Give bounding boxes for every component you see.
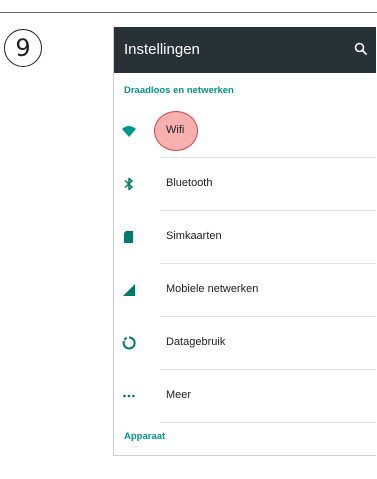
cellular-signal-icon: [120, 281, 138, 299]
step-number-badge: 9: [4, 29, 42, 67]
phone-screen: Instellingen Draadloos en netwerken Wifi: [113, 27, 376, 456]
settings-item-sim-cards[interactable]: Simkaarten: [114, 211, 376, 264]
more-dots-icon: [120, 387, 138, 405]
settings-item-mobile-networks[interactable]: Mobiele netwerken: [114, 264, 376, 317]
section-header-device: Apparaat: [124, 431, 166, 442]
wifi-icon: [120, 122, 138, 140]
top-rule: [0, 12, 377, 13]
settings-item-bluetooth[interactable]: Bluetooth: [114, 158, 376, 211]
section-header-wireless: Draadloos en netwerken: [124, 85, 234, 96]
app-bar-title: Instellingen: [124, 41, 200, 58]
app-bar: Instellingen: [114, 27, 376, 73]
settings-item-more[interactable]: Meer: [114, 370, 376, 423]
settings-item-label: Mobiele netwerken: [166, 283, 259, 295]
settings-item-label: Meer: [166, 389, 192, 401]
divider: [160, 422, 376, 423]
settings-item-wifi[interactable]: Wifi: [114, 105, 376, 158]
settings-item-label: Wifi: [166, 124, 185, 136]
instruction-page: 9 Instellingen Draadloos en netwerken Wi…: [0, 0, 377, 479]
sim-card-icon: [120, 228, 138, 246]
settings-item-data-usage[interactable]: Datagebruik: [114, 317, 376, 370]
settings-item-label: Bluetooth: [166, 177, 213, 189]
step-number: 9: [15, 34, 31, 62]
settings-item-label: Simkaarten: [166, 230, 222, 242]
bluetooth-icon: [120, 175, 138, 193]
data-usage-icon: [120, 334, 138, 352]
settings-item-label: Datagebruik: [166, 336, 226, 348]
search-icon[interactable]: [352, 40, 370, 58]
